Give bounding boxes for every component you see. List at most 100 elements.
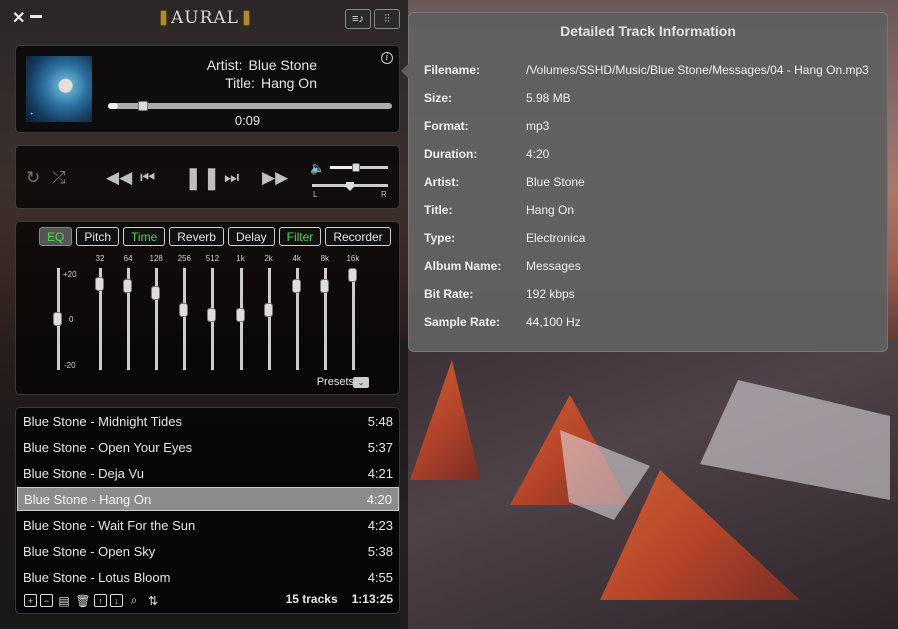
eq-band-knob[interactable] [319,279,329,293]
eq-slider-track[interactable] [267,268,271,370]
presets-label: Presets [316,376,354,388]
track-info-value: 5.98 MB [526,91,571,105]
eq-band-freq-label: 4k [292,254,301,263]
seek-bar[interactable] [108,101,392,111]
shuffle-icon[interactable]: ⤮ [52,168,66,188]
artist-label: Artist: [206,57,243,73]
pan-right-label: R [381,190,387,199]
effects-toggle-button[interactable]: ⫶⫶ [374,9,400,29]
eq-band-knob[interactable] [207,307,217,322]
tab-recorder[interactable]: Recorder [325,227,391,246]
eq-band-freq-label: 256 [177,254,191,263]
volume-knob[interactable] [352,163,361,172]
track-info-key: Artist: [424,175,460,189]
track-info-value: 192 kbps [526,287,575,301]
pan-slider[interactable] [312,182,388,191]
pan-left-label: L [313,190,318,199]
pause-icon[interactable]: ❚❚ [184,167,221,189]
add-icon[interactable]: + [24,594,37,607]
playlist-row[interactable]: Blue Stone - Open Your Eyes 5:37 [17,435,399,459]
tab-pitch[interactable]: Pitch [76,227,120,246]
tab-time[interactable]: Time [123,227,166,246]
track-info-key: Filename: [424,63,481,77]
track-info-value: Electronica [526,231,586,245]
eq-slider-track[interactable] [183,268,187,370]
volume-icon[interactable]: 🔈 [310,158,325,178]
eq-scale-mid: 0 [69,315,74,324]
minimize-icon[interactable] [30,15,42,18]
playlist-row[interactable]: Blue Stone - Lotus Bloom 4:55 [17,565,399,589]
playlist-row[interactable]: Blue Stone - Midnight Tides 5:48 [17,409,399,433]
eq-band-freq-label: 64 [123,254,133,263]
track-count: 15 tracks [285,592,338,606]
eq-global-knob[interactable] [53,312,62,326]
playlist-row[interactable]: Blue Stone - Open Sky 5:38 [17,539,399,563]
seek-bar-fill [108,103,118,109]
eq-band-64: 64 [121,254,135,370]
track-info-key: Sample Rate: [424,315,501,329]
title-line: Title: Hang On [225,75,317,91]
playlist-row[interactable]: Blue Stone - Wait For the Sun 4:23 [17,513,399,537]
seek-forward-icon[interactable]: ▶▶ [262,168,288,188]
elapsed-time[interactable]: 0:09 [16,113,399,128]
tab-eq[interactable]: EQ [39,227,73,246]
tab-delay[interactable]: Delay [227,227,275,246]
playlist-row[interactable]: Blue Stone - Hang On 4:20 [17,487,399,511]
track-duration: 4:21 [367,465,393,481]
playlist-toggle-button[interactable]: ≡♪ [345,9,371,29]
title-bar: ✕ AURAL ≡♪ ⫶⫶ [0,0,408,36]
next-track-icon[interactable]: ⏭ [224,168,239,188]
pan-knob[interactable] [346,182,354,191]
eq-band-knob[interactable] [151,285,161,300]
popover-title: Detailed Track Information [560,23,736,39]
eq-band-freq-label: 512 [205,254,220,263]
move-down-icon[interactable]: ↓ [110,594,123,607]
sliders-icon: ⫶⫶ [384,12,390,25]
presets-dropdown-button[interactable]: ⌄ [353,377,369,388]
remove-icon[interactable]: − [40,594,53,607]
track-info-popover: Detailed Track Information Filename: /Vol… [401,12,888,352]
close-icon[interactable]: ✕ [12,8,25,28]
eq-band-freq-label: 8k [320,254,330,263]
trash-icon[interactable]: 🗑 [75,594,91,608]
track-duration: 5:38 [367,543,393,559]
volume-slider[interactable] [330,163,388,172]
eq-band-2k: 2k [262,254,276,370]
track-info-value: Messages [526,259,581,273]
playlist-row[interactable]: Blue Stone - Deja Vu 4:21 [17,461,399,485]
eq-band-freq-label: 32 [95,254,105,263]
track-info-key: Title: [424,203,453,217]
search-icon[interactable]: ⌕ [126,593,142,607]
track-duration: 5:37 [367,439,393,455]
track-name: Blue Stone - Wait For the Sun [23,517,196,533]
eq-band-knob[interactable] [95,276,104,291]
track-duration: 4:55 [367,569,393,585]
tab-reverb[interactable]: Reverb [169,227,224,246]
repeat-icon[interactable]: ↻ [26,168,40,188]
eq-band-4k: 4k [290,254,304,370]
eq-band-8k: 8k [318,254,332,370]
eq-band-knob[interactable] [263,303,273,318]
eq-slider-track[interactable] [155,268,159,370]
eq-band-knob[interactable] [179,303,189,318]
save-icon[interactable]: ▤ [56,594,72,608]
seek-knob[interactable] [137,101,148,111]
sort-icon[interactable]: ⇅ [145,594,161,608]
speaker-icon [160,10,167,26]
title-value: Hang On [260,75,317,91]
playlist-icon: ≡♪ [352,13,364,25]
eq-band-knob[interactable] [123,279,133,293]
tab-filter[interactable]: Filter [278,227,322,246]
track-name: Blue Stone - Open Sky [23,543,156,559]
eq-slider-track[interactable] [351,268,355,370]
seek-backward-icon[interactable]: ◀◀ [106,168,132,188]
info-icon[interactable]: i [381,52,393,64]
move-up-icon[interactable]: ↑ [94,594,107,607]
speaker-icon [242,10,250,26]
previous-track-icon[interactable]: ⏮ [140,168,155,188]
title-label: Title: [225,75,255,91]
eq-band-knob[interactable] [291,279,301,293]
effects-panel: EQ Pitch Time Reverb Delay Filter Record… [15,221,400,395]
eq-band-knob[interactable] [235,307,245,322]
eq-band-knob[interactable] [347,268,357,282]
